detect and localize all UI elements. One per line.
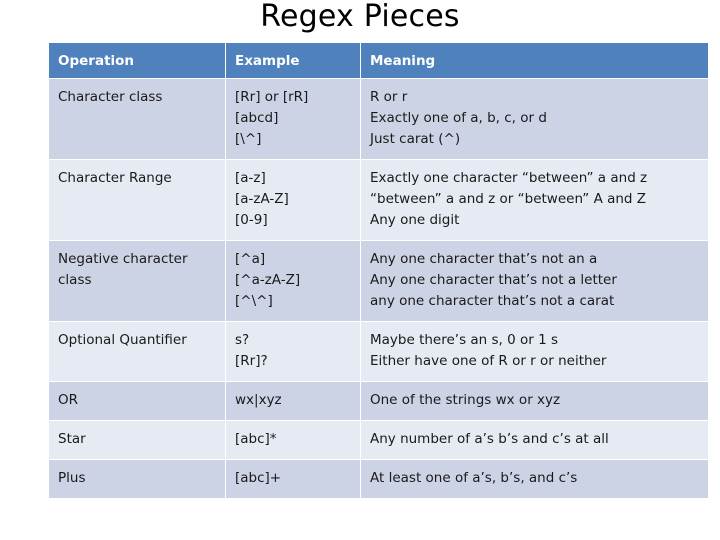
cell-example: [a-z] [a-zA-Z] [0-9]	[226, 160, 360, 240]
cell-line: [Rr] or [rR]	[235, 89, 309, 105]
cell-line: Exactly one of a, b, c, or d	[370, 110, 547, 126]
cell-line: [abcd]	[235, 110, 279, 126]
cell-operation: OR	[49, 382, 225, 420]
cell-line: Exactly one character “between” a and z	[370, 170, 648, 186]
cell-line: Any number of a’s b’s and c’s at all	[370, 431, 609, 447]
cell-line: Any one character that’s not a letter	[370, 272, 617, 288]
cell-line: One of the strings wx or xyz	[370, 392, 561, 408]
table-row: Star [abc]* Any number of a’s b’s and c’s …	[49, 421, 708, 459]
cell-line: s?	[235, 332, 250, 348]
cell-meaning: Exactly one character “between” a and z “…	[361, 160, 708, 240]
regex-table-container: Operation Example Meaning Character clas…	[48, 42, 708, 499]
cell-line: [Rr]?	[235, 353, 268, 369]
regex-pieces-table: Operation Example Meaning Character clas…	[48, 42, 709, 499]
cell-operation: Plus	[49, 460, 225, 498]
cell-line: Maybe there’s an s, 0 or 1 s	[370, 332, 559, 348]
cell-meaning: Any one character that’s not an a Any one…	[361, 241, 708, 321]
cell-line: [a-z]	[235, 170, 266, 186]
table-header-row: Operation Example Meaning	[49, 43, 708, 78]
cell-example: [Rr] or [rR] [abcd] [\^]	[226, 79, 360, 159]
cell-meaning: At least one of a’s, b’s, and c’s	[361, 460, 708, 498]
page-title: Regex Pieces	[260, 0, 460, 34]
cell-operation: Negative character class	[49, 241, 225, 321]
cell-line: [a-zA-Z]	[235, 191, 289, 207]
table-header: Operation Example Meaning	[49, 43, 708, 78]
table-row: Negative character class [^a] [^a-zA-Z] [^\…	[49, 241, 708, 321]
table-row: Character class [Rr] or [rR] [abcd] [\^] R o…	[49, 79, 708, 159]
table-row: Optional Quantifier s? [Rr]? Maybe there’s …	[49, 322, 708, 381]
cell-operation: Star	[49, 421, 225, 459]
cell-line: [^a-zA-Z]	[235, 272, 301, 288]
table-row: Plus [abc]+ At least one of a’s, b’s, and …	[49, 460, 708, 498]
cell-line: Just carat (^)	[370, 131, 461, 147]
cell-example: [abc]+	[226, 460, 360, 498]
cell-line: wx|xyz	[235, 392, 282, 408]
cell-line: Either have one of R or r or neither	[370, 353, 607, 369]
column-header-example: Example	[226, 43, 360, 78]
table-row: Character Range [a-z] [a-zA-Z] [0-9] Exactly…	[49, 160, 708, 240]
cell-meaning: R or r Exactly one of a, b, c, or d Just c…	[361, 79, 708, 159]
cell-line: [^a]	[235, 251, 266, 267]
cell-meaning: One of the strings wx or xyz	[361, 382, 708, 420]
cell-example: wx|xyz	[226, 382, 360, 420]
cell-operation: Character Range	[49, 160, 225, 240]
cell-operation: Character class	[49, 79, 225, 159]
table-body: Character class [Rr] or [rR] [abcd] [\^] R o…	[49, 79, 708, 498]
cell-line: [^\^]	[235, 293, 273, 309]
column-header-meaning: Meaning	[361, 43, 708, 78]
cell-line: Any one digit	[370, 212, 460, 228]
column-header-operation: Operation	[49, 43, 225, 78]
cell-line: [0-9]	[235, 212, 268, 228]
cell-line: “between” a and z or “between” A and Z	[370, 191, 647, 207]
cell-example: s? [Rr]?	[226, 322, 360, 381]
table-row: OR wx|xyz One of the strings wx or xyz	[49, 382, 708, 420]
cell-line: At least one of a’s, b’s, and c’s	[370, 470, 578, 486]
cell-line: [\^]	[235, 131, 262, 147]
cell-line: [abc]*	[235, 431, 277, 447]
cell-example: [^a] [^a-zA-Z] [^\^]	[226, 241, 360, 321]
cell-meaning: Maybe there’s an s, 0 or 1 s Either have …	[361, 322, 708, 381]
cell-line: [abc]+	[235, 470, 282, 486]
cell-line: any one character that’s not a carat	[370, 293, 615, 309]
cell-meaning: Any number of a’s b’s and c’s at all	[361, 421, 708, 459]
slide: Regex Pieces Operation Example Meaning C…	[0, 0, 720, 540]
cell-operation: Optional Quantifier	[49, 322, 225, 381]
cell-line: Any one character that’s not an a	[370, 251, 598, 267]
cell-line: R or r	[370, 89, 408, 105]
cell-example: [abc]*	[226, 421, 360, 459]
